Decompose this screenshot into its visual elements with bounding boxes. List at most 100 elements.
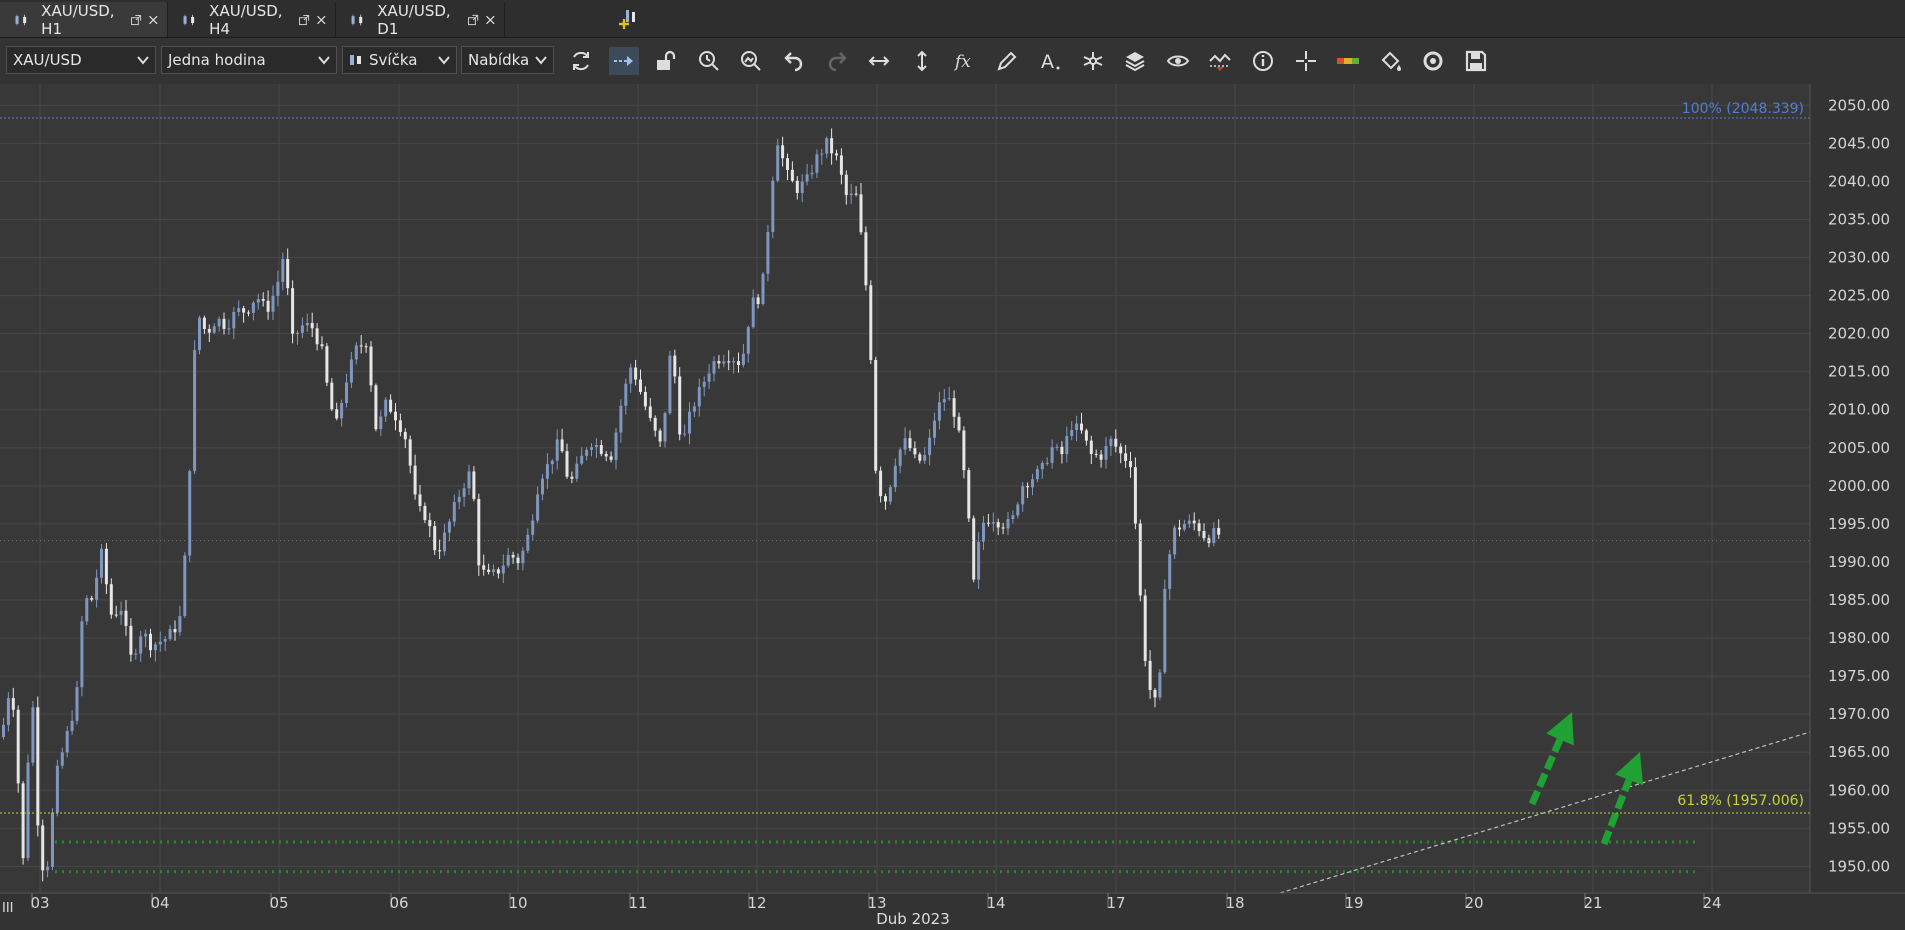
- candle-body: [1178, 527, 1181, 530]
- candle-body: [477, 498, 481, 566]
- candle-body: [962, 430, 966, 471]
- price-axis-labels: 2050.00 2045.00 2040.00 2035.00 2030.00 2025.…: [1828, 96, 1890, 875]
- layers-button[interactable]: [1120, 47, 1150, 75]
- horizontal-zoom-button[interactable]: [864, 47, 894, 75]
- price-tick-label: 1985.00: [1828, 591, 1890, 609]
- visibility-button[interactable]: [1163, 47, 1193, 75]
- refresh-button[interactable]: [566, 47, 596, 75]
- candle-body: [413, 465, 417, 495]
- tab-label: XAU/USD, D1: [377, 1, 451, 38]
- chart-type-select[interactable]: Svíčka: [342, 46, 457, 74]
- fill-button[interactable]: [1376, 47, 1406, 75]
- price-side-value: Nabídka: [468, 51, 530, 69]
- info-icon: [1253, 51, 1273, 71]
- zoom-time-button[interactable]: [694, 47, 724, 75]
- text-tool-button[interactable]: A: [1035, 47, 1065, 75]
- candle-body: [276, 281, 280, 296]
- candle-body: [36, 707, 40, 826]
- close-icon[interactable]: [148, 13, 159, 27]
- instrument-select[interactable]: XAU/USD: [6, 46, 156, 74]
- candle-body: [403, 431, 407, 440]
- candle-body: [149, 633, 152, 651]
- tab-xauusd-h4[interactable]: XAU/USD, H4: [168, 2, 336, 38]
- candle-body: [869, 285, 873, 360]
- unlock-button[interactable]: [651, 47, 681, 75]
- candle-body: [286, 259, 290, 289]
- candle-body: [1143, 595, 1147, 661]
- pop-out-icon[interactable]: [130, 12, 142, 28]
- price-tick-label: 1965.00: [1828, 743, 1890, 761]
- undo-button[interactable]: [779, 47, 809, 75]
- candle-body: [41, 825, 45, 871]
- price-tick-label: 2005.00: [1828, 439, 1890, 457]
- save-button[interactable]: [1461, 47, 1491, 75]
- candle-body: [163, 639, 167, 642]
- tab-xauusd-h1[interactable]: XAU/USD, H1: [0, 1, 168, 38]
- close-icon[interactable]: [316, 13, 327, 27]
- pop-out-icon[interactable]: [467, 12, 479, 28]
- candle-body: [678, 376, 682, 435]
- candle-body: [585, 449, 589, 456]
- tab-xauusd-d1[interactable]: XAU/USD, D1: [336, 1, 505, 38]
- time-tick-label: 24: [1702, 894, 1721, 912]
- candle-body: [65, 730, 69, 753]
- indicators-button[interactable]: fx: [950, 47, 980, 75]
- add-chart-icon[interactable]: [618, 8, 642, 30]
- candle-body: [795, 180, 799, 193]
- candle-body: [688, 411, 691, 434]
- candle-body: [702, 381, 706, 387]
- candle-body: [168, 629, 172, 640]
- crosshair-button[interactable]: [1291, 47, 1321, 75]
- tab-label: XAU/USD, H1: [41, 1, 115, 38]
- pattern-button[interactable]: [1078, 47, 1108, 75]
- candle-body: [501, 565, 505, 574]
- draw-button[interactable]: [992, 47, 1022, 75]
- candle-body: [242, 308, 246, 313]
- candle-body: [526, 534, 530, 551]
- candle-body: [565, 451, 569, 477]
- candle-body: [134, 653, 138, 655]
- candle-body: [550, 460, 554, 465]
- layers-icon: [1125, 52, 1145, 72]
- candle-body: [345, 382, 348, 404]
- candle-body: [756, 297, 760, 305]
- candle-body: [1035, 469, 1039, 480]
- candle-body: [1104, 446, 1108, 460]
- candle-body: [46, 866, 50, 871]
- period-select[interactable]: Jedna hodina: [161, 46, 337, 74]
- price-tick-label: 1950.00: [1828, 857, 1890, 875]
- candle-body: [1099, 454, 1103, 460]
- candle-body: [545, 464, 549, 479]
- candle-body: [193, 350, 197, 472]
- price-tick-label: 1995.00: [1828, 515, 1890, 533]
- candle-body: [310, 322, 314, 329]
- pop-out-icon[interactable]: [298, 12, 310, 28]
- candle-body: [31, 707, 35, 763]
- unlock-icon: [657, 50, 676, 70]
- scroll-right-button[interactable]: [609, 47, 639, 75]
- time-tick-label: 20: [1464, 894, 1483, 912]
- price-side-select[interactable]: Nabídka: [461, 46, 554, 74]
- reset-button[interactable]: [1418, 47, 1448, 75]
- price-tick-label: 1975.00: [1828, 667, 1890, 685]
- scroll-handle-label[interactable]: III: [2, 901, 14, 916]
- zoom-area-button[interactable]: [736, 47, 766, 75]
- candle-body: [1065, 436, 1069, 455]
- signal-button[interactable]: [1333, 47, 1363, 75]
- candle-body: [158, 641, 162, 645]
- close-icon[interactable]: [485, 13, 496, 27]
- candle-body: [952, 398, 956, 417]
- candle-body: [776, 145, 780, 181]
- candle-body: [643, 391, 647, 407]
- compare-button[interactable]: [1205, 47, 1235, 75]
- info-button[interactable]: [1248, 47, 1278, 75]
- candle-body: [1148, 660, 1152, 690]
- candle-body: [364, 346, 368, 348]
- price-chart[interactable]: 100% (2048.339)61.8% (1957.006)1992.805 …: [0, 84, 1905, 930]
- candle-body: [462, 488, 466, 497]
- candle-body: [394, 411, 397, 421]
- vertical-zoom-button[interactable]: [907, 47, 937, 75]
- redo-button[interactable]: [822, 47, 852, 75]
- tab-bar: XAU/USD, H1 XAU/USD, H4 XAU/USD, D1: [0, 0, 1905, 38]
- candle-body: [291, 288, 295, 334]
